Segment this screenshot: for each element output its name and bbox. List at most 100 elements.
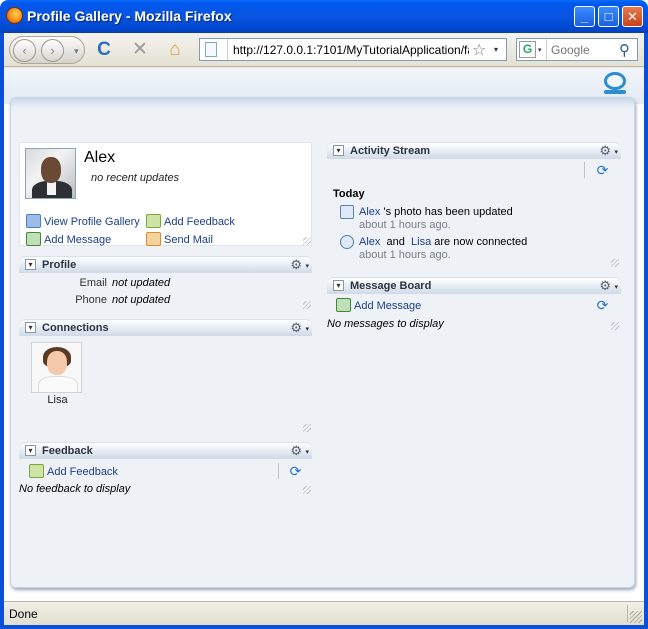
search-engine-icon[interactable]: G [519, 41, 536, 58]
search-bar: G ▾ ⚲ [516, 38, 638, 61]
status-bar: Done [4, 601, 644, 625]
activity-text: are now connected [434, 236, 528, 248]
resize-handle[interactable] [611, 259, 619, 267]
resize-handle[interactable] [303, 301, 311, 309]
activity-time: about 1 hours ago. [359, 219, 451, 231]
search-engine-dropdown-icon[interactable]: ▾ [538, 46, 542, 54]
page-icon [205, 42, 217, 57]
add-message-icon [26, 232, 41, 246]
oracle-logo-icon [604, 72, 626, 90]
add-message-icon [336, 298, 351, 312]
address-bar[interactable]: http://127.0.0.1:7101/MyTutorialApplicat… [199, 38, 507, 61]
add-message-link[interactable]: Add Message [26, 232, 111, 246]
connection-name[interactable]: Lisa [31, 394, 84, 406]
message-empty-text: No messages to display [327, 318, 444, 330]
window-resize-grip[interactable] [630, 611, 642, 623]
phone-value: not updated [112, 294, 171, 306]
feedback-add-link[interactable]: Add Feedback [29, 464, 118, 478]
profile-name: Alex [84, 149, 116, 166]
collapse-toggle-icon[interactable]: ▾ [25, 259, 36, 270]
address-url[interactable]: http://127.0.0.1:7101/MyTutorialApplicat… [233, 43, 469, 57]
resize-handle[interactable] [611, 322, 619, 330]
avatar[interactable] [25, 148, 76, 199]
connection-avatar[interactable] [31, 342, 82, 393]
gear-dropdown-icon[interactable]: ▾ [614, 283, 618, 291]
activity-conjunction: and [386, 236, 405, 248]
mail-icon [146, 232, 161, 246]
profile-portlet-title: Profile [42, 259, 77, 271]
window-frame: ‹ › ▾ C ✕ ⌂ http://127.0.0.1:7101/MyTuto… [0, 33, 648, 629]
collapse-toggle-icon[interactable]: ▾ [25, 445, 36, 456]
feedback-empty-text: No feedback to display [19, 483, 131, 495]
profile-status: no recent updates [91, 172, 180, 184]
message-add-link[interactable]: Add Message [336, 298, 421, 312]
gear-icon[interactable]: ⚙ [290, 320, 302, 336]
refresh-icon[interactable]: ⟳ [595, 298, 610, 313]
activity-actor-link[interactable]: Alex [359, 236, 380, 248]
connection-avatar-top [38, 376, 78, 392]
add-feedback-label: Add Feedback [164, 216, 235, 228]
gear-icon[interactable]: ⚙ [599, 143, 611, 159]
resize-handle[interactable] [303, 424, 311, 432]
stop-button[interactable]: ✕ [129, 39, 151, 61]
history-dropdown-icon[interactable]: ▾ [74, 46, 79, 57]
activity-item: Alex 's photo has been updated [359, 206, 513, 218]
gear-dropdown-icon[interactable]: ▾ [614, 148, 618, 156]
add-feedback-icon [29, 464, 44, 478]
activity-actor2-link[interactable]: Lisa [411, 236, 431, 248]
gear-dropdown-icon[interactable]: ▾ [305, 262, 309, 270]
collapse-toggle-icon[interactable]: ▾ [25, 322, 36, 333]
gear-dropdown-icon[interactable]: ▾ [305, 448, 309, 456]
people-icon [26, 214, 41, 228]
activity-item: Alex and Lisa are now connected [359, 236, 527, 248]
gear-icon[interactable]: ⚙ [290, 257, 302, 273]
email-value: not updated [112, 277, 171, 289]
back-button[interactable]: ‹ [13, 39, 36, 62]
bookmark-star-icon[interactable]: ☆ [472, 40, 486, 60]
maximize-button[interactable]: □ [598, 6, 619, 27]
connections-portlet-header: ▾ Connections ⚙ ▾ [19, 319, 312, 336]
browser-window: ‹ › ▾ C ✕ ⌂ http://127.0.0.1:7101/MyTuto… [4, 33, 644, 625]
activity-portlet-header: ▾ Activity Stream ⚙ ▾ [327, 142, 621, 159]
add-feedback-link[interactable]: Add Feedback [146, 214, 235, 228]
navigation-toolbar: ‹ › ▾ C ✕ ⌂ http://127.0.0.1:7101/MyTuto… [4, 33, 644, 67]
connections-portlet-title: Connections [42, 322, 109, 334]
send-mail-link[interactable]: Send Mail [146, 232, 213, 246]
refresh-icon[interactable]: ⟳ [595, 163, 610, 178]
window-titlebar: Profile Gallery - Mozilla Firefox _ □ ✕ [0, 0, 648, 33]
avatar-collar [47, 181, 56, 195]
activity-portlet-title: Activity Stream [350, 145, 431, 157]
toolbar-separator [584, 162, 585, 178]
search-input[interactable] [551, 43, 615, 57]
collapse-toggle-icon[interactable]: ▾ [333, 280, 344, 291]
activity-text: 's photo has been updated [383, 206, 513, 218]
collapse-toggle-icon[interactable]: ▾ [333, 145, 344, 156]
reload-button[interactable]: C [93, 39, 115, 61]
view-profile-gallery-link[interactable]: View Profile Gallery [26, 214, 140, 228]
feedback-portlet-header: ▾ Feedback ⚙ ▾ [19, 442, 312, 459]
connection-avatar-face [47, 351, 67, 375]
activity-actor-link[interactable]: Alex [359, 206, 380, 218]
window-title: Profile Gallery - Mozilla Firefox [27, 8, 232, 24]
minimize-button[interactable]: _ [574, 6, 595, 27]
photo-update-icon [340, 205, 354, 219]
home-button[interactable]: ⌂ [164, 39, 186, 61]
forward-button[interactable]: › [41, 39, 64, 62]
search-icon[interactable]: ⚲ [619, 41, 630, 59]
back-forward-group: ‹ › ▾ [9, 36, 85, 64]
address-separator [227, 39, 228, 60]
refresh-icon[interactable]: ⟳ [288, 464, 303, 479]
resize-handle[interactable] [303, 237, 311, 245]
resize-handle[interactable] [303, 486, 311, 494]
url-dropdown-icon[interactable]: ▾ [494, 45, 498, 54]
add-feedback-icon [146, 214, 161, 228]
close-button[interactable]: ✕ [622, 6, 643, 27]
status-divider [627, 605, 628, 622]
connection-icon [340, 235, 354, 249]
feedback-add-label: Add Feedback [47, 466, 118, 478]
gear-icon[interactable]: ⚙ [599, 278, 611, 294]
phone-label: Phone [75, 294, 107, 306]
search-separator [546, 39, 547, 60]
gear-dropdown-icon[interactable]: ▾ [305, 325, 309, 333]
gear-icon[interactable]: ⚙ [290, 443, 302, 459]
